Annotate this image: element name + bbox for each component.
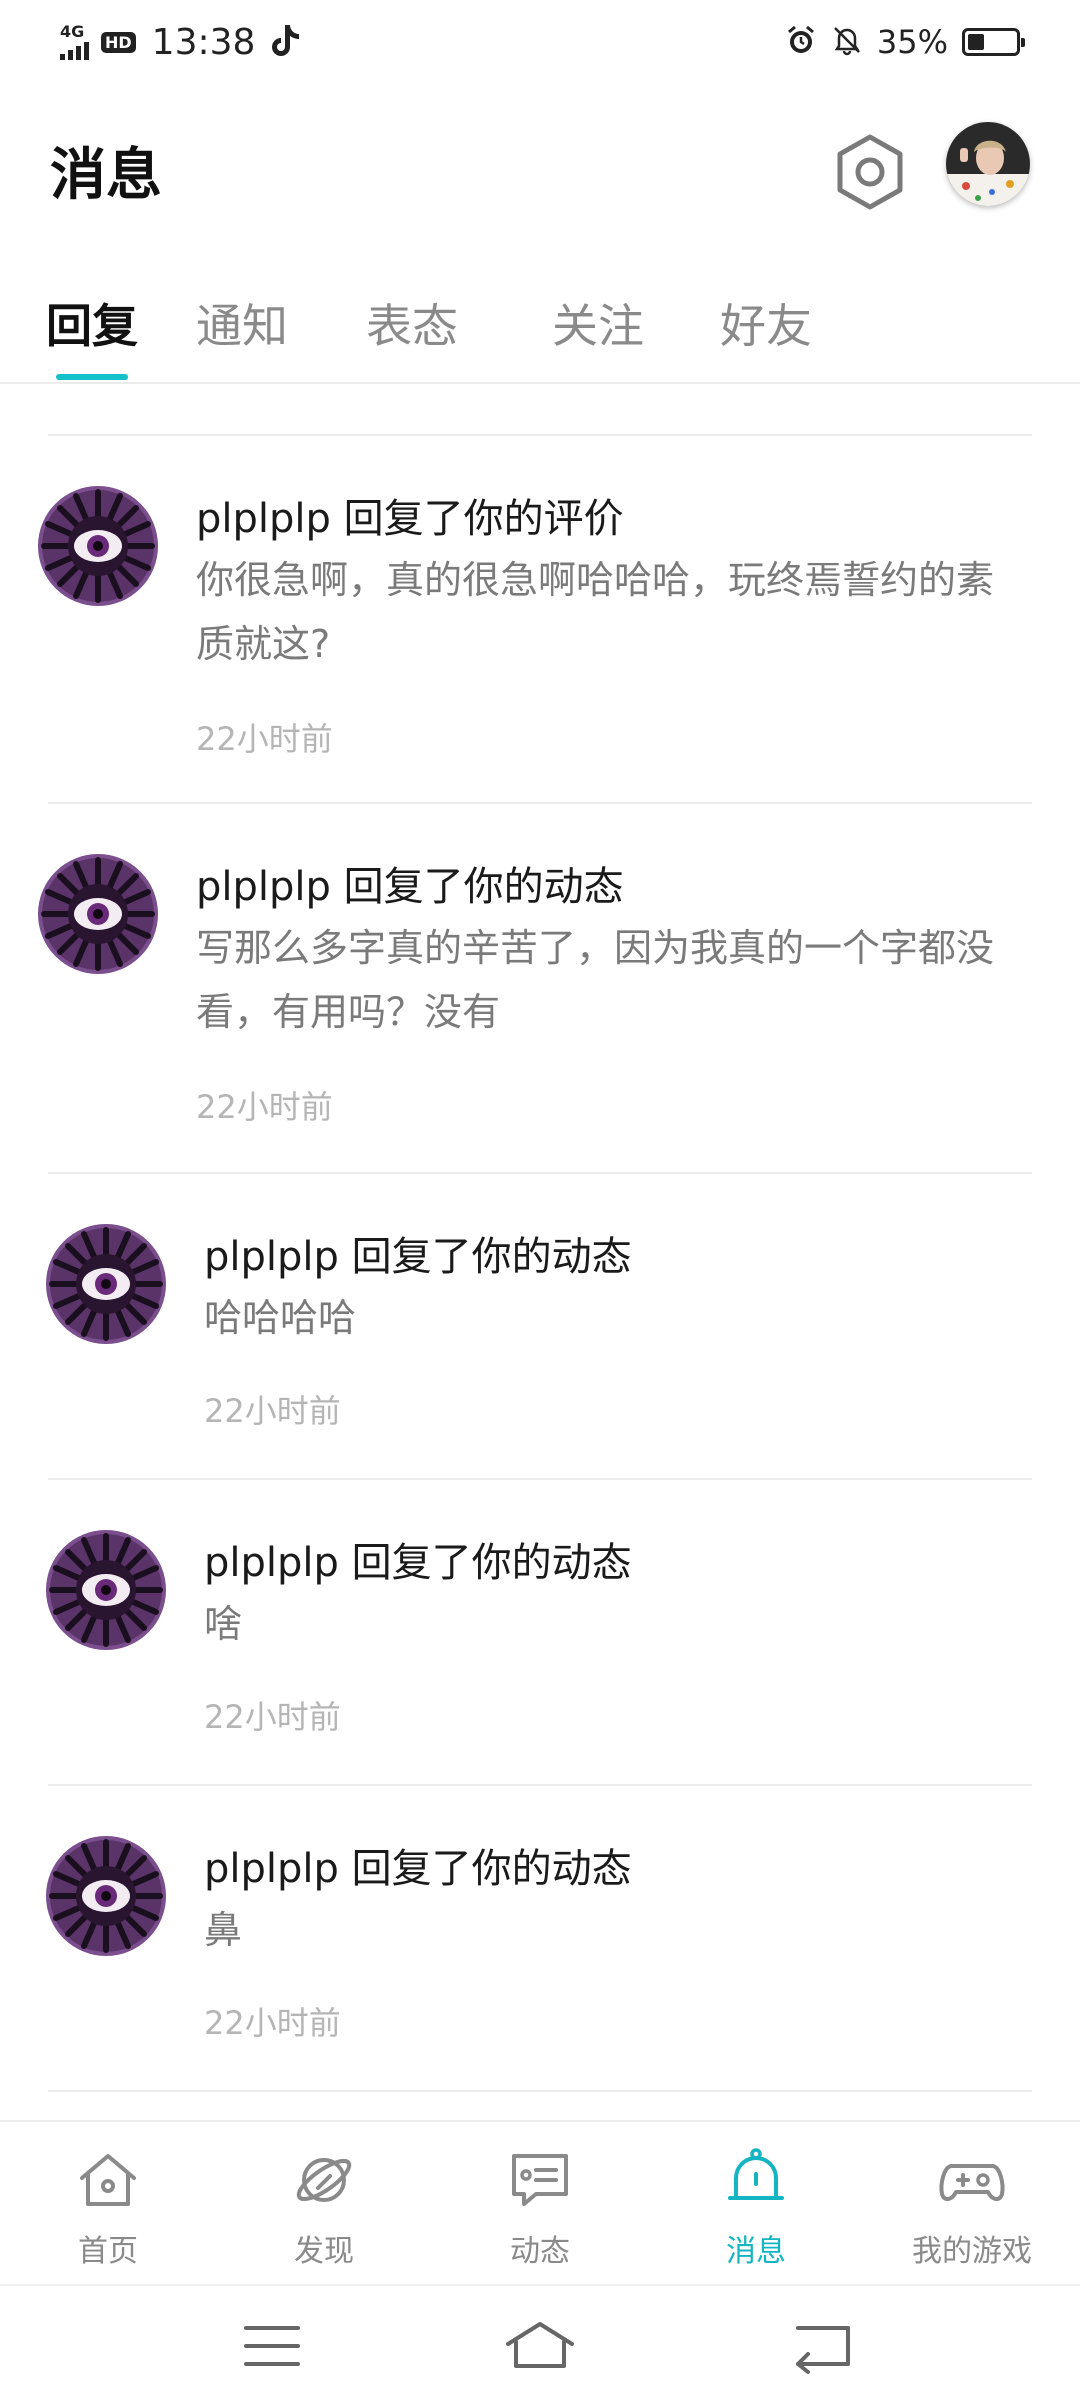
tab-reply[interactable]: 回复	[46, 290, 138, 356]
signal-bars-icon	[60, 40, 89, 60]
profile-avatar[interactable]	[946, 122, 1030, 206]
message-time: 22小时前	[204, 2004, 341, 2042]
message-body: 啥	[204, 1602, 243, 1646]
message-title: plplplp 回复了你的动态	[204, 1234, 632, 1280]
message-item[interactable]: plplplp 回复了你的动态 啥 22小时前	[0, 1480, 1080, 1786]
message-body: 写那么多字真的辛苦了，因为我真的一个字都没看，有用吗？没有	[196, 926, 995, 1034]
message-list: plplplp 回复了你的评价 你很急啊，真的很急啊哈哈哈，玩终焉誓约的素质就这…	[0, 384, 1080, 2120]
gamepad-icon	[939, 2164, 1005, 2201]
user-photo-icon	[946, 122, 1030, 206]
tab-active-indicator	[56, 374, 128, 380]
nav-label: 首页	[78, 2234, 138, 2269]
network-type: 4G	[60, 22, 85, 41]
eye-avatar-icon	[46, 1224, 166, 1344]
message-title: plplplp 回复了你的动态	[204, 1846, 632, 1892]
message-title: plplplp 回复了你的动态	[204, 1540, 632, 1586]
settings-button[interactable]	[832, 130, 908, 214]
tab-follow[interactable]: 关注	[552, 290, 644, 356]
nav-label: 消息	[726, 2234, 786, 2269]
message-item[interactable]: plplplp 回复了你的评价 你很急啊，真的很急啊哈哈哈，玩终焉誓约的素质就这…	[0, 436, 1080, 804]
nav-my-games[interactable]: 我的游戏	[864, 2122, 1080, 2286]
planet-icon	[296, 2158, 352, 2202]
divider	[48, 2090, 1032, 2092]
status-bar-left: 4G HD 13:38	[60, 18, 301, 66]
home-button[interactable]	[500, 2314, 580, 2378]
message-time: 22小时前	[196, 1088, 333, 1126]
nav-label: 我的游戏	[912, 2234, 1032, 2269]
bottom-nav: 首页 发现 动态 消息 我的游戏	[0, 2120, 1080, 2284]
message-body: 鼻	[204, 1908, 243, 1952]
eye-avatar-icon	[38, 486, 158, 606]
mute-bell-icon	[831, 24, 863, 60]
home-icon	[80, 2154, 136, 2206]
alarm-icon	[785, 24, 817, 60]
recent-apps-button[interactable]	[232, 2314, 312, 2378]
eye-avatar-icon	[46, 1836, 166, 1956]
sender-avatar[interactable]	[38, 486, 158, 606]
header: 消息	[0, 120, 1080, 220]
status-bar: 4G HD 13:38 35%	[0, 0, 1080, 84]
message-time: 22小时前	[204, 1698, 341, 1736]
message-item[interactable]: plplplp 回复了你的动态 鼻 22小时前	[0, 1786, 1080, 2092]
status-bar-right: 35%	[785, 18, 1025, 66]
battery-fill	[968, 34, 984, 50]
message-tabs: 回复 通知 表态 关注 好友	[0, 280, 1080, 384]
eye-avatar-icon	[46, 1530, 166, 1650]
message-time: 22小时前	[204, 1392, 341, 1430]
menu-icon	[244, 2326, 300, 2366]
system-nav-bar	[0, 2284, 1080, 2408]
message-title: plplplp 回复了你的动态	[196, 864, 624, 910]
tab-friends[interactable]: 好友	[720, 290, 812, 356]
nav-label: 动态	[510, 2234, 570, 2269]
clock: 13:38	[151, 21, 256, 63]
nav-label: 发现	[294, 2234, 354, 2269]
back-icon	[796, 2326, 850, 2374]
message-item[interactable]: plplplp 回复了你的动态 哈哈哈哈 22小时前	[0, 1174, 1080, 1480]
tab-reaction[interactable]: 表态	[366, 290, 458, 356]
sender-avatar[interactable]	[46, 1836, 166, 1956]
settings-hexagon-icon	[837, 134, 903, 210]
page-title: 消息	[50, 143, 162, 208]
bell-icon	[728, 2148, 784, 2200]
sender-avatar[interactable]	[46, 1224, 166, 1344]
tab-notification[interactable]: 通知	[196, 290, 288, 356]
feed-icon	[512, 2154, 568, 2206]
nav-messages[interactable]: 消息	[648, 2122, 864, 2286]
message-body: 哈哈哈哈	[204, 1296, 357, 1340]
tiktok-icon	[271, 23, 301, 61]
sender-avatar[interactable]	[38, 854, 158, 974]
message-title: plplplp 回复了你的评价	[196, 496, 624, 542]
message-time: 22小时前	[196, 720, 333, 758]
message-item[interactable]: plplplp 回复了你的动态 写那么多字真的辛苦了，因为我真的一个字都没看，有…	[0, 804, 1080, 1174]
home-outline-icon	[506, 2322, 574, 2368]
nav-home[interactable]: 首页	[0, 2122, 216, 2286]
back-button[interactable]	[784, 2314, 864, 2378]
message-body: 你很急啊，真的很急啊哈哈哈，玩终焉誓约的素质就这?	[196, 558, 995, 666]
battery-icon	[962, 28, 1025, 56]
sender-avatar[interactable]	[46, 1530, 166, 1650]
signal-indicator: 4G	[60, 24, 89, 60]
hd-badge: HD	[101, 31, 136, 53]
battery-percent: 35%	[876, 23, 948, 61]
nav-discover[interactable]: 发现	[216, 2122, 432, 2286]
eye-avatar-icon	[38, 854, 158, 974]
nav-feed[interactable]: 动态	[432, 2122, 648, 2286]
